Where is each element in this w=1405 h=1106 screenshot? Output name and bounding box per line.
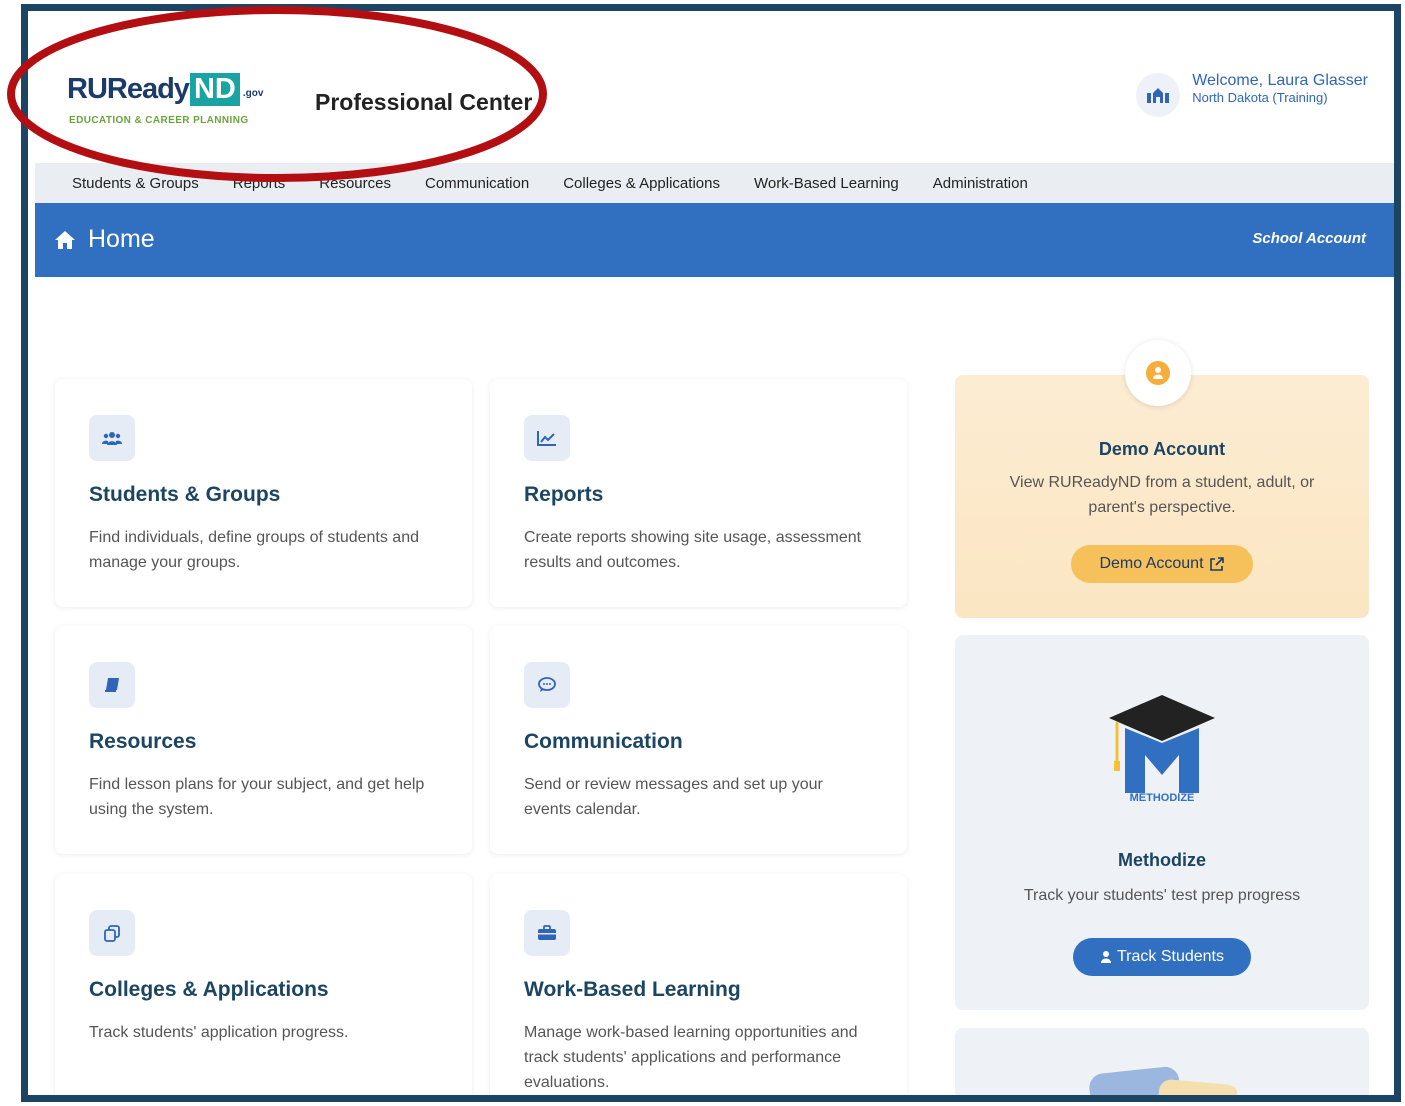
card-communication[interactable]: Communication Send or review messages an… [490, 626, 907, 854]
chart-line-icon [524, 415, 570, 461]
nav-work-based-learning[interactable]: Work-Based Learning [754, 175, 899, 192]
user-menu[interactable]: Welcome, Laura Glasser North Dakota (Tra… [1136, 71, 1368, 117]
screenshot-frame: RUReady ND .gov EDUCATION & CAREER PLANNIN… [21, 4, 1401, 1102]
nav-administration[interactable]: Administration [933, 175, 1028, 192]
state-label: North Dakota (Training) [1192, 90, 1328, 105]
cards-illustration [1089, 1066, 1237, 1095]
account-type-label: School Account [1252, 230, 1366, 247]
methodize-title: Methodize [1118, 850, 1206, 870]
demo-account-button[interactable]: Demo Account [1071, 545, 1253, 583]
methodize-panel: METHODIZE Methodize Track your students'… [955, 635, 1369, 1010]
demo-account-panel: Demo Account View RUReadyND from a stude… [955, 375, 1369, 618]
card-title[interactable]: Colleges & Applications [89, 978, 329, 1002]
card-description: Send or review messages and set up your … [524, 776, 823, 818]
book-icon [89, 662, 135, 708]
logo-nd: ND [189, 73, 240, 106]
logo-tagline: EDUCATION & CAREER PLANNING [69, 115, 249, 126]
logo-text: RUReady [67, 73, 190, 105]
demo-account-button-label: Demo Account [1099, 555, 1204, 572]
demo-account-title: Demo Account [1098, 439, 1226, 459]
nav-reports[interactable]: Reports [233, 175, 286, 192]
nav-students-groups[interactable]: Students & Groups [72, 175, 199, 192]
page-header-bar: Home School Account [35, 203, 1394, 277]
card-title[interactable]: Work-Based Learning [524, 978, 741, 1002]
card-resources[interactable]: Resources Find lesson plans for your sub… [55, 626, 472, 854]
demo-user-icon [1125, 340, 1191, 406]
user-icon [1100, 951, 1111, 963]
card-description: Find lesson plans for your subject, and … [89, 776, 425, 818]
card-description: Track students' application progress. [89, 1024, 349, 1041]
home-icon [55, 230, 75, 249]
card-reports[interactable]: Reports Create reports showing site usag… [490, 379, 907, 607]
third-panel [955, 1028, 1369, 1095]
card-description: Find individuals, define groups of stude… [89, 529, 419, 571]
briefcase-icon [524, 910, 570, 956]
methodize-description: Track your students' test prep progress [1023, 887, 1301, 904]
card-work-based-learning[interactable]: Work-Based Learning Manage work-based le… [490, 874, 907, 1095]
user-icon[interactable] [1136, 73, 1181, 117]
card-title[interactable]: Students & Groups [89, 483, 280, 507]
card-colleges-applications[interactable]: Colleges & Applications Track students' … [55, 874, 472, 1095]
page-title: Home [54, 225, 155, 254]
chat-icon [524, 662, 570, 708]
external-link-icon [1209, 557, 1224, 571]
nav-colleges-applications[interactable]: Colleges & Applications [563, 175, 720, 192]
methodize-logo-text: METHODIZE [1130, 792, 1195, 804]
track-students-button[interactable]: Track Students [1073, 938, 1251, 976]
app-title: Professional Center [315, 89, 533, 115]
page-title-text: Home [88, 225, 155, 253]
welcome-text[interactable]: Welcome, Laura Glasser [1192, 71, 1368, 90]
users-icon [89, 415, 135, 461]
card-description: Manage work-based learning opportunities… [524, 1024, 858, 1091]
nav-resources[interactable]: Resources [319, 175, 391, 192]
main-nav: Students & Groups Reports Resources Comm… [35, 163, 1394, 203]
rureadynd-logo[interactable]: RUReady ND .gov EDUCATION & CAREER PLANNIN… [67, 73, 264, 126]
card-title[interactable]: Communication [524, 730, 683, 754]
card-title[interactable]: Reports [524, 483, 603, 507]
demo-account-description: View RUReadyND from a student, adult, or… [1009, 474, 1315, 516]
track-students-button-label: Track Students [1116, 948, 1224, 965]
copy-icon [89, 910, 135, 956]
logo-gov: .gov [242, 88, 264, 100]
card-title[interactable]: Resources [89, 730, 196, 754]
methodize-logo: METHODIZE [1109, 695, 1215, 804]
nav-communication[interactable]: Communication [425, 175, 529, 192]
card-students-groups[interactable]: Students & Groups Find individuals, defi… [55, 379, 472, 607]
card-description: Create reports showing site usage, asses… [524, 529, 862, 571]
